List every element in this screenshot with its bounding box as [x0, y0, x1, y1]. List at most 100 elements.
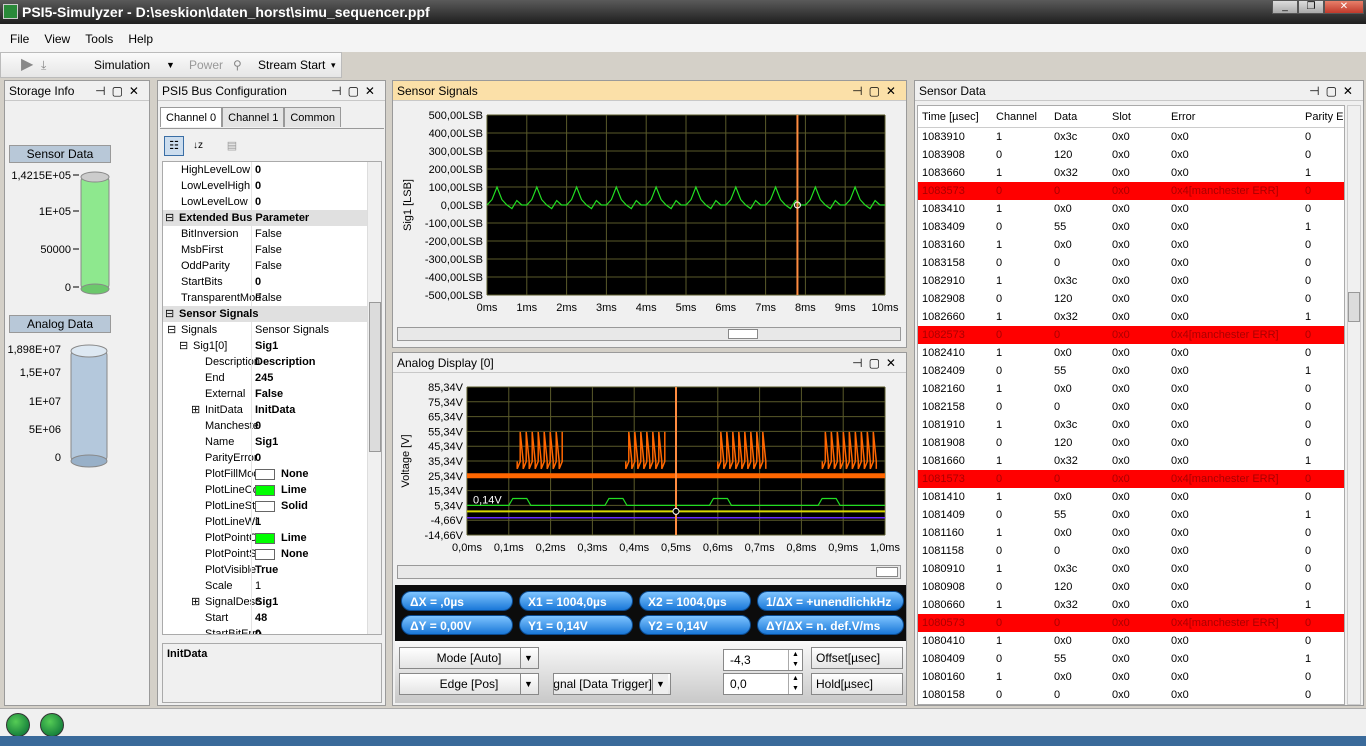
x1-readout[interactable]: X1 = 1004,0µs — [519, 591, 633, 611]
table-row[interactable]: 1083660 1 0x32 0x0 0x0 1 — [918, 164, 1344, 182]
table-row[interactable]: 1081409 0 55 0x0 0x0 1 — [918, 506, 1344, 524]
y1-readout[interactable]: Y1 = 0,14V — [519, 615, 633, 635]
slider-thumb[interactable] — [876, 567, 898, 577]
property-row[interactable]: MsbFirst False — [163, 242, 381, 258]
hold-input[interactable]: 0,0 ▲ ▼ — [723, 673, 803, 695]
property-value[interactable]: False — [255, 242, 351, 258]
property-row[interactable]: LowLevelHigh 0 — [163, 178, 381, 194]
table-row-error[interactable]: 1081573 0 0 0x0 0x4[manchester ERR] 0 — [918, 470, 1344, 488]
panel-window-buttons[interactable]: ⊣▢✕ — [95, 81, 145, 101]
property-row[interactable]: ⊞ SignalDesc Sig1 — [163, 594, 381, 610]
table-row[interactable]: 1082908 0 120 0x0 0x0 0 — [918, 290, 1344, 308]
tab-channel-1[interactable]: Channel 1 — [222, 107, 285, 127]
table-row[interactable]: 1081410 1 0x0 0x0 0x0 0 — [918, 488, 1344, 506]
property-row[interactable]: PlotFillMode None — [163, 466, 381, 482]
x2-readout[interactable]: X2 = 1004,0µs — [639, 591, 751, 611]
property-row[interactable]: End 245 — [163, 370, 381, 386]
menu-help[interactable]: Help — [122, 24, 159, 54]
menu-file[interactable]: File — [4, 24, 35, 54]
menu-view[interactable]: View — [38, 24, 76, 54]
table-row[interactable]: 1082410 1 0x0 0x0 0x0 0 — [918, 344, 1344, 362]
property-value[interactable]: 0 — [255, 274, 351, 290]
mode-select[interactable]: Simulation — [94, 53, 150, 77]
table-row[interactable]: 1083410 1 0x0 0x0 0x0 0 — [918, 200, 1344, 218]
property-pages-icon[interactable]: ▤ — [222, 136, 242, 156]
property-row[interactable]: PlotPointCo Lime — [163, 530, 381, 546]
property-value[interactable]: 0 — [255, 162, 351, 178]
table-row[interactable]: 1080160 1 0x0 0x0 0x0 0 — [918, 668, 1344, 686]
table-row[interactable]: 1082910 1 0x3c 0x0 0x0 0 — [918, 272, 1344, 290]
table-row[interactable]: 1083908 0 120 0x0 0x0 0 — [918, 146, 1344, 164]
analog-display-chart[interactable]: 85,34V 75,34V 65,34V 55,34V 45,34V 35,34V 25,3… — [393, 375, 906, 561]
trigger-mode-select[interactable]: Mode [Auto] ▼ — [399, 647, 539, 669]
slope-readout[interactable]: ΔY/ΔX = n. def.V/ms — [757, 615, 904, 635]
chevron-down-icon[interactable]: ▼ — [520, 674, 536, 694]
table-row[interactable]: 1080908 0 120 0x0 0x0 0 — [918, 578, 1344, 596]
expand-toggle-icon[interactable]: ⊟ — [179, 338, 188, 354]
property-value[interactable]: Sig1 — [255, 338, 351, 354]
property-value[interactable]: Sensor Signals — [255, 322, 351, 338]
table-scrollbar[interactable] — [1347, 105, 1361, 705]
panel-window-buttons[interactable]: ⊣▢✕ — [1309, 81, 1359, 101]
tab-common[interactable]: Common — [284, 107, 341, 127]
property-value[interactable]: False — [255, 258, 351, 274]
table-row[interactable]: 1080910 1 0x3c 0x0 0x0 0 — [918, 560, 1344, 578]
property-row[interactable]: PlotLineSty Solid — [163, 498, 381, 514]
panel-window-buttons[interactable]: ⊣▢✕ — [331, 81, 381, 101]
property-row[interactable]: BitInversion False — [163, 226, 381, 242]
trigger-edge-select[interactable]: Edge [Pos] ▼ — [399, 673, 539, 695]
property-value[interactable]: Lime — [255, 530, 351, 546]
stream-start-button[interactable]: Stream Start — [258, 53, 325, 77]
spinner-icon[interactable]: ▲ ▼ — [788, 674, 802, 694]
property-value[interactable]: 48 — [255, 610, 351, 626]
table-row[interactable]: 1082409 0 55 0x0 0x0 1 — [918, 362, 1344, 380]
property-row[interactable]: HighLevelLow 0 — [163, 162, 381, 178]
table-row[interactable]: 1083910 1 0x3c 0x0 0x0 0 — [918, 128, 1344, 146]
expand-toggle-icon[interactable]: ⊟ — [165, 306, 174, 322]
table-row-error[interactable]: 1083573 0 0 0x0 0x4[manchester ERR] 0 — [918, 182, 1344, 200]
trigger-signal-select[interactable]: Signal [Data Trigger] ▼ — [553, 673, 671, 695]
analog-time-slider[interactable] — [397, 565, 901, 579]
power-button[interactable]: Power — [189, 53, 223, 77]
property-value[interactable]: None — [255, 546, 351, 562]
property-value[interactable]: Sig1 — [255, 594, 351, 610]
property-value[interactable]: 1 — [255, 514, 351, 530]
property-value[interactable]: 245 — [255, 370, 351, 386]
column-header-data[interactable]: Data — [1054, 106, 1077, 128]
property-row[interactable]: Start 48 — [163, 610, 381, 626]
restore-button[interactable]: ❐ — [1298, 0, 1324, 14]
panel-window-buttons[interactable]: ⊣▢✕ — [852, 81, 902, 101]
expand-toggle-icon[interactable]: ⊟ — [167, 322, 176, 338]
table-row-error[interactable]: 1082573 0 0 0x0 0x4[manchester ERR] 0 — [918, 326, 1344, 344]
property-value[interactable]: Sig1 — [255, 434, 351, 450]
chevron-down-icon[interactable]: ▼ — [166, 53, 175, 77]
property-row[interactable]: Scale 1 — [163, 578, 381, 594]
minimize-button[interactable]: _ — [1272, 0, 1298, 14]
delta-x-readout[interactable]: ΔX = ,0µs — [401, 591, 513, 611]
expand-toggle-icon[interactable]: ⊞ — [191, 402, 200, 418]
property-value[interactable]: InitData — [255, 402, 351, 418]
table-row[interactable]: 1081908 0 120 0x0 0x0 0 — [918, 434, 1344, 452]
column-header-error[interactable]: Error — [1171, 106, 1195, 128]
table-row[interactable]: 1081660 1 0x32 0x0 0x0 1 — [918, 452, 1344, 470]
table-row[interactable]: 1081158 0 0 0x0 0x0 0 — [918, 542, 1344, 560]
property-row[interactable]: External False — [163, 386, 381, 402]
column-header-time[interactable]: Time [µsec] — [922, 106, 979, 128]
property-row[interactable]: StartBits 0 — [163, 274, 381, 290]
property-value[interactable]: False — [255, 226, 351, 242]
y2-readout[interactable]: Y2 = 0,14V — [639, 615, 751, 635]
table-row[interactable]: 1083409 0 55 0x0 0x0 1 — [918, 218, 1344, 236]
property-value[interactable]: False — [255, 386, 351, 402]
table-row[interactable]: 1081910 1 0x3c 0x0 0x0 0 — [918, 416, 1344, 434]
table-row[interactable]: 1082660 1 0x32 0x0 0x0 1 — [918, 308, 1344, 326]
property-value[interactable]: Description — [255, 354, 351, 370]
property-value[interactable]: True — [255, 562, 351, 578]
property-value[interactable]: False — [255, 290, 351, 306]
property-row[interactable]: PlotVisible True — [163, 562, 381, 578]
step-icon[interactable]: ⤓ — [41, 53, 46, 77]
property-row[interactable]: ⊟ Signals Sensor Signals — [163, 322, 381, 338]
property-row[interactable]: StartBitErro 0 — [163, 626, 381, 634]
property-row[interactable]: PlotLineWi 1 — [163, 514, 381, 530]
property-category[interactable]: ⊟ Sensor Signals — [163, 306, 381, 322]
property-row[interactable]: OddParity False — [163, 258, 381, 274]
